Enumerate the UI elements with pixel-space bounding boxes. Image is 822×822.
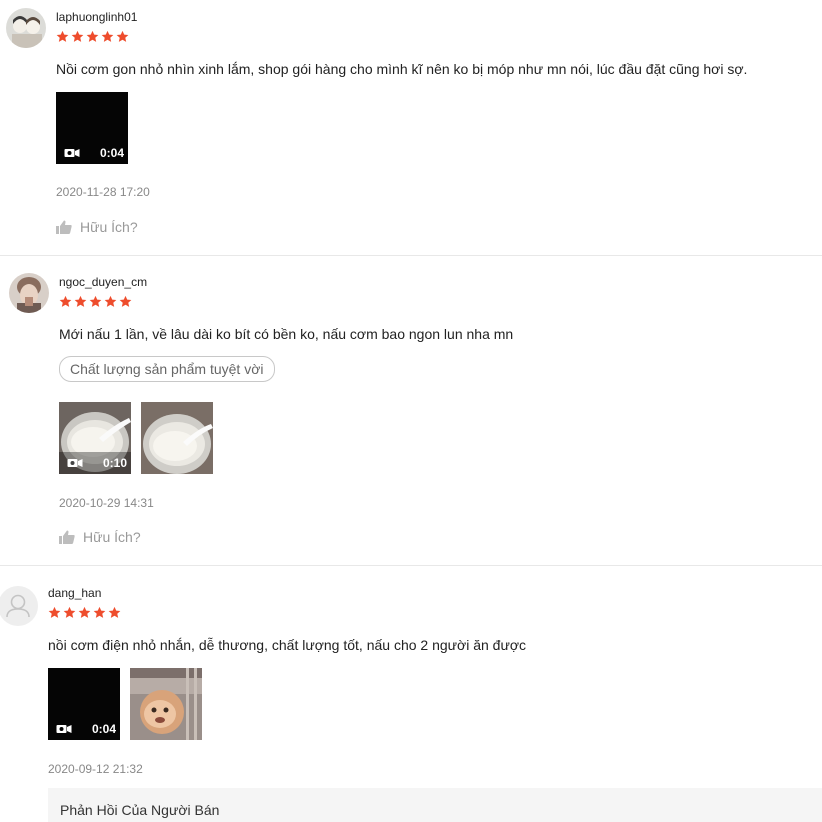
rating-stars [48,606,121,619]
video-overlay: 0:10 [59,452,131,474]
helpful-label: Hữu Ích? [80,219,138,235]
username[interactable]: ngoc_duyen_cm [59,275,147,289]
thumbs-up-icon [56,220,72,234]
video-camera-icon [67,459,83,467]
star-icon [78,606,91,618]
star-icon [116,30,129,42]
user-silhouette-icon [6,594,30,618]
seller-reply: Phản Hồi Của Người Bán [48,788,822,822]
video-duration: 0:04 [99,146,124,160]
video-thumbnail[interactable]: 0:04 [56,92,128,164]
video-camera-icon [64,149,80,157]
video-thumbnail[interactable]: 0:04 [48,668,120,740]
avatar[interactable] [6,8,46,48]
review-comment: Nồi cơm gon nhỏ nhìn xinh lắm, shop gói … [56,61,748,77]
review-divider [0,255,822,256]
helpful-label: Hữu Ích? [83,529,141,545]
avatar[interactable] [9,273,49,313]
helpful-button[interactable]: Hữu Ích? [56,219,138,235]
review-divider [0,565,822,566]
star-icon [63,606,76,618]
username[interactable]: dang_han [48,586,101,600]
seller-reply-title: Phản Hồi Của Người Bán [60,802,220,818]
video-duration: 0:04 [91,722,116,736]
video-overlay: 0:04 [48,718,120,740]
review-comment: Mới nấu 1 lần, về lâu dài ko bít có bền … [59,326,514,342]
video-camera-icon [56,725,72,733]
star-icon [101,30,114,42]
star-icon [48,606,61,618]
username[interactable]: laphuonglinh01 [56,10,137,24]
star-icon [59,295,72,307]
review-timestamp: 2020-11-28 17:20 [56,185,150,199]
star-icon [93,606,106,618]
avatar[interactable] [0,586,38,626]
review-tag: Chất lượng sản phẩm tuyệt vời [59,356,275,382]
video-thumbnail[interactable]: 0:10 [59,402,131,474]
review-timestamp: 2020-10-29 14:31 [59,496,154,510]
video-overlay: 0:04 [56,142,128,164]
review-image[interactable] [141,402,213,474]
star-icon [71,30,84,42]
star-icon [56,30,69,42]
star-icon [119,295,132,307]
review-comment: nồi cơm điện nhỏ nhắn, dễ thương, chất l… [48,637,527,653]
star-icon [104,295,117,307]
video-duration: 0:10 [102,456,127,470]
rating-stars [56,30,129,43]
review-image[interactable] [130,668,202,740]
helpful-button[interactable]: Hữu Ích? [59,529,141,545]
star-icon [86,30,99,42]
star-icon [108,606,121,618]
thumbs-up-icon [59,530,75,544]
star-icon [89,295,102,307]
rating-stars [59,295,132,308]
star-icon [74,295,87,307]
review-timestamp: 2020-09-12 21:32 [48,762,143,776]
